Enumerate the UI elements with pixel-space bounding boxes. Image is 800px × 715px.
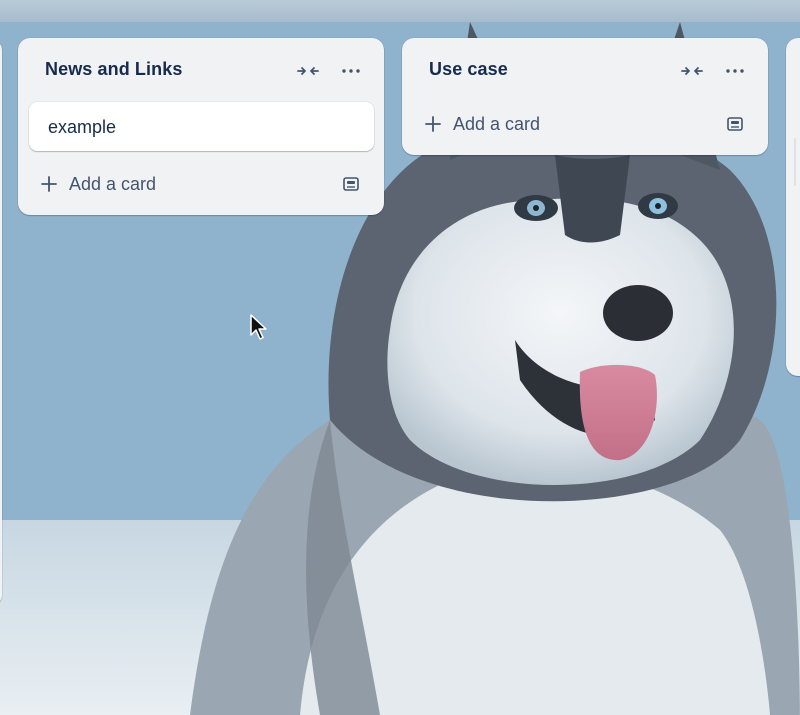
card-edge-partial [794, 138, 796, 186]
collapse-arrows-icon [297, 67, 319, 75]
ellipsis-icon [342, 69, 360, 73]
create-from-template-button[interactable] [336, 169, 366, 199]
list-header[interactable]: News and Links [18, 38, 384, 102]
list-news-and-links: News and Links example Add a card [18, 38, 384, 215]
card-template-icon [343, 177, 359, 191]
top-bar-strip [0, 0, 800, 22]
plus-icon [29, 166, 69, 202]
list-actions-button[interactable] [720, 56, 750, 86]
list-partial-right[interactable] [786, 38, 800, 376]
mouse-pointer-icon [250, 314, 267, 340]
add-card-label: Add a card [69, 173, 157, 194]
card-example[interactable]: example [29, 102, 374, 151]
collapse-list-button[interactable] [293, 56, 323, 86]
card-title: example [48, 117, 117, 137]
collapse-list-button[interactable] [677, 56, 707, 86]
list-partial-left [0, 40, 2, 605]
add-card-button[interactable]: Add a card [413, 106, 713, 142]
list-header[interactable]: Use case [402, 38, 768, 102]
list-title[interactable]: Use case [429, 59, 508, 80]
card-template-icon [727, 117, 743, 131]
list-title[interactable]: News and Links [45, 59, 182, 80]
ellipsis-icon [726, 69, 744, 73]
create-from-template-button[interactable] [720, 109, 750, 139]
list-use-case: Use case Add a card [402, 38, 768, 155]
collapse-arrows-icon [681, 67, 703, 75]
add-card-button[interactable]: Add a card [29, 166, 329, 202]
plus-icon [413, 106, 453, 142]
add-card-label: Add a card [453, 113, 541, 134]
list-actions-button[interactable] [336, 56, 366, 86]
